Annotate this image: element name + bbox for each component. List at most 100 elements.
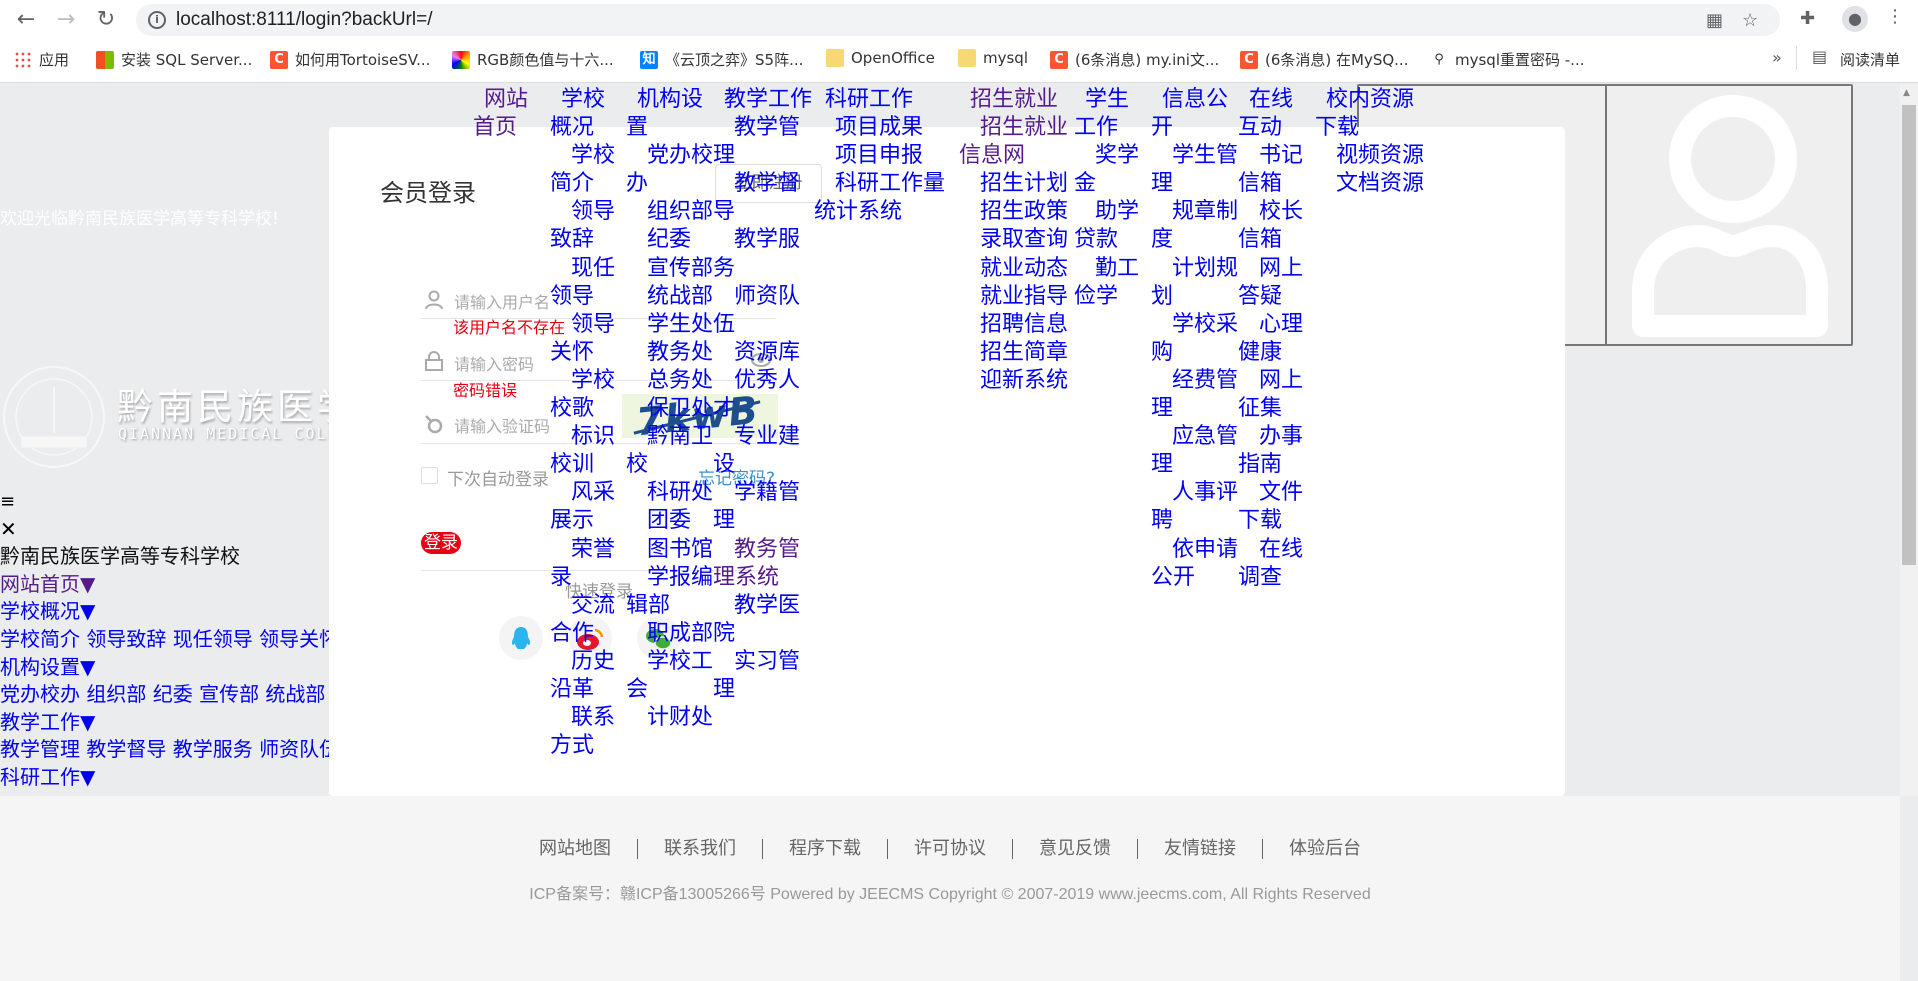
url-text[interactable]: localhost:8111/login?backUrl=/ [176,9,432,31]
nav-subitem[interactable]: 教务处 [626,339,714,367]
nav-subitem[interactable]: 网上答疑 [1238,255,1314,311]
nav-subitem[interactable]: 录取查询 [959,226,1074,254]
nav-subitem[interactable]: 学校简介 [550,142,626,198]
mobile-menu-heading[interactable]: 机构设置▼ [0,654,339,682]
bookmark-item[interactable]: mysql [958,49,1028,67]
nav-item[interactable]: 学校概况 [550,86,626,142]
nav-subitem[interactable]: 心理健康 [1238,311,1314,367]
nav-subitem[interactable]: 教学服务 [713,226,814,282]
nav-subitem[interactable]: 文档资源 [1315,170,1425,198]
mobile-menu-link[interactable]: 科研工作▼ [0,765,95,789]
footer-link[interactable]: 许可协议 [914,838,986,859]
footer-link[interactable]: 程序下载 [789,838,861,859]
nav-subitem[interactable]: 交流合作 [550,592,626,648]
nav-subitem[interactable]: 实习管理 [713,648,814,704]
bookmark-item[interactable]: 安装 SQL Server... [96,49,252,70]
password-input[interactable]: 请输入密码 [454,351,534,375]
nav-subitem[interactable]: 奖学金 [1074,142,1150,198]
nav-subitem[interactable]: 学校采购 [1151,311,1239,367]
footer-link[interactable]: 意见反馈 [1039,838,1111,859]
footer-link[interactable]: 联系我们 [664,838,736,859]
nav-subitem[interactable]: 优秀人才 [713,367,814,423]
remember-checkbox[interactable] [421,467,438,484]
site-info-icon[interactable]: i [148,11,166,29]
nav-subitem[interactable]: 统战部 [626,283,714,311]
nav-subitem[interactable]: 宣传部 [626,255,714,283]
nav-subitem[interactable]: 书记信箱 [1238,142,1314,198]
login-button[interactable]: 登录 [421,532,461,554]
menu-kebab-icon[interactable]: ⋮ [1886,6,1904,27]
nav-subitem[interactable]: 依申请公开 [1151,536,1239,592]
bookmark-item[interactable]: C (6条消息) my.ini文... [1050,49,1219,70]
nav-subitem[interactable]: 教学管理 [713,114,814,170]
reading-list-button[interactable]: 阅读清单 [1840,49,1900,70]
nav-item[interactable]: 学生工作 [1074,86,1150,142]
nav-subitem[interactable]: 领导关怀 [550,311,626,367]
reload-button[interactable]: ↻ [92,8,120,32]
mobile-menu-link[interactable]: 教学管理 教学督导 教学服务 师资队伍 [0,737,339,761]
bookmark-item[interactable]: OpenOffice [826,49,935,67]
nav-subitem[interactable]: 迎新系统 [959,367,1074,395]
nav-subitem[interactable]: 经费管理 [1151,367,1239,423]
hamburger-icon[interactable]: ≡ [0,488,339,516]
nav-item[interactable]: 机构设置 [626,86,714,142]
nav-subitem[interactable]: 文件下载 [1238,479,1314,535]
nav-subitem[interactable]: 教学督导 [713,170,814,226]
nav-subitem[interactable]: 人事评聘 [1151,479,1239,535]
bookmark-item[interactable]: C 如何用TortoiseSV... [270,49,430,70]
nav-subitem[interactable]: 项目申报 [814,142,959,170]
back-button[interactable]: ← [12,8,40,32]
nav-subitem[interactable]: 学籍管理 [713,479,814,535]
nav-subitem[interactable]: 标识校训 [550,423,626,479]
footer-link[interactable]: 友情链接 [1164,838,1236,859]
nav-item[interactable]: 校内资源下载 [1315,86,1425,142]
nav-subitem[interactable]: 招聘信息 [959,311,1074,339]
mobile-menu-heading[interactable]: 科研工作▼ [0,764,339,792]
nav-item[interactable]: 在线互动 [1238,86,1314,142]
nav-subitem[interactable]: 招生就业信息网 [959,114,1074,170]
nav-item[interactable]: 招生就业 [959,86,1074,114]
nav-subitem[interactable]: 学报编辑部 [626,564,714,620]
nav-subitem[interactable]: 招生简章 [959,339,1074,367]
nav-subitem[interactable]: 科研工作量统计系统 [814,170,959,226]
forward-button[interactable]: → [52,8,80,32]
nav-subitem[interactable]: 历史沿革 [550,648,626,704]
nav-subitem[interactable]: 黔南卫校 [626,423,714,479]
nav-subitem[interactable]: 视频资源 [1315,142,1425,170]
mobile-menu-heading[interactable]: 学校概况▼ [0,598,339,626]
extensions-icon[interactable]: ✚ [1800,8,1815,29]
nav-subitem[interactable]: 应急管理 [1151,423,1239,479]
nav-item[interactable]: 信息公开 [1151,86,1239,142]
nav-subitem[interactable]: 招生计划 [959,170,1074,198]
nav-subitem[interactable]: 党办校办 [626,142,714,198]
more-bookmarks-button[interactable]: » [1772,48,1782,67]
nav-subitem[interactable]: 网上征集 [1238,367,1314,423]
nav-subitem[interactable]: 资源库 [713,339,814,367]
nav-subitem[interactable]: 师资队伍 [713,283,814,339]
nav-subitem[interactable]: 勤工俭学 [1074,255,1150,311]
bookmark-item[interactable]: C (6条消息) 在MySQ... [1240,49,1408,70]
nav-subitem[interactable]: 就业动态 [959,255,1074,283]
nav-subitem[interactable]: 荣誉录 [550,536,626,592]
scroll-up-arrow-icon[interactable]: ▲ [1903,88,1910,98]
qr-code-icon[interactable]: ▦ [1706,10,1723,31]
mobile-menu-links[interactable]: 教学管理 教学督导 教学服务 师资队伍 [0,736,339,764]
nav-subitem[interactable]: 总务处 [626,367,714,395]
nav-subitem[interactable]: 领导致辞 [550,198,626,254]
qq-login-button[interactable] [499,616,543,660]
mobile-menu-link[interactable]: 党办校办 组织部 纪委 宣传部 统战部 [0,682,325,706]
mobile-menu-link[interactable]: 学校概况▼ [0,599,95,623]
mobile-menu-links[interactable]: 党办校办 组织部 纪委 宣传部 统战部 [0,681,339,709]
mobile-menu-links[interactable]: 学校简介 领导致辞 现任领导 领导关怀 [0,626,339,654]
footer-link[interactable]: 网站地图 [539,838,611,859]
mobile-menu-link[interactable]: 网站首页▼ [0,572,95,596]
nav-subitem[interactable]: 科研处 [626,479,714,507]
nav-subitem[interactable]: 学校工会 [626,648,714,704]
nav-subitem[interactable]: 项目成果 [814,114,959,142]
nav-subitem[interactable]: 学生管理 [1151,142,1239,198]
mobile-menu-link[interactable]: 学校简介 领导致辞 现任领导 领导关怀 [0,627,339,651]
bookmark-item[interactable]: 应用 [14,49,69,70]
nav-subitem[interactable]: 保卫处 [626,395,714,423]
nav-subitem[interactable]: 风采展示 [550,479,626,535]
bookmark-item[interactable]: RGB颜色值与十六... [452,49,614,70]
